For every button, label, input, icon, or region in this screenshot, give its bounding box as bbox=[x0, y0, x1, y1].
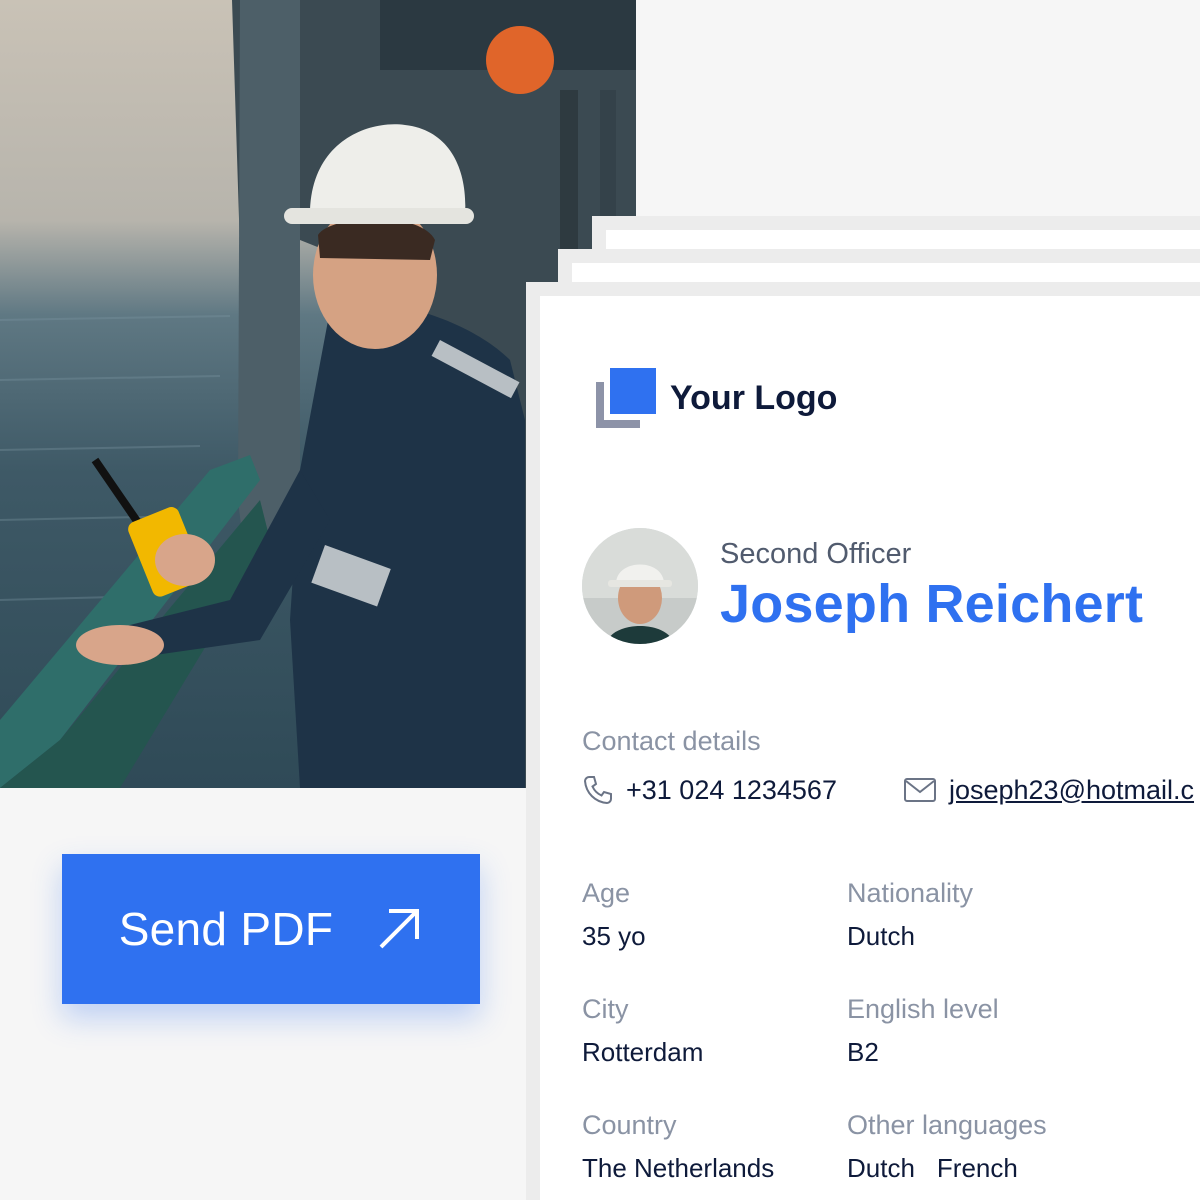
logo-text: Your Logo bbox=[670, 378, 838, 417]
field-label: Country bbox=[582, 1110, 677, 1140]
profile-document-sheet: Your Logo Second Officer Joseph Reichert… bbox=[540, 296, 1200, 1200]
field-label: City bbox=[582, 994, 629, 1024]
arrow-up-right-icon bbox=[379, 909, 420, 949]
logo-mark-icon bbox=[596, 368, 656, 428]
send-pdf-label: Send PDF bbox=[118, 903, 334, 955]
field-age: Age 35 yo bbox=[582, 878, 646, 952]
field-other-languages: Other languages Dutch French bbox=[847, 1110, 1047, 1184]
avatar bbox=[582, 528, 698, 644]
company-logo: Your Logo bbox=[596, 368, 837, 428]
field-nationality: Nationality Dutch bbox=[847, 878, 973, 952]
profile-titles: Second Officer Joseph Reichert bbox=[720, 538, 1143, 635]
field-value: B2 bbox=[847, 1037, 879, 1067]
language-list: Dutch French bbox=[847, 1153, 1047, 1184]
email-link[interactable]: joseph23@hotmail.c bbox=[949, 775, 1194, 806]
send-pdf-button[interactable]: Send PDF bbox=[62, 854, 480, 1004]
field-english-level: English level B2 bbox=[847, 994, 999, 1068]
field-value: 35 yo bbox=[582, 921, 646, 951]
field-label: Other languages bbox=[847, 1110, 1047, 1140]
profile-header: Second Officer Joseph Reichert bbox=[582, 528, 1143, 644]
avatar-portrait bbox=[582, 528, 698, 644]
field-value: Dutch bbox=[847, 921, 915, 951]
field-label: Age bbox=[582, 878, 631, 908]
mail-icon bbox=[903, 778, 936, 802]
field-label: Nationality bbox=[847, 878, 974, 908]
person-name: Joseph Reichert bbox=[720, 573, 1144, 634]
phone-contact[interactable]: +31 024 1234567 bbox=[582, 774, 837, 806]
field-country: Country The Netherlands bbox=[582, 1110, 774, 1184]
contact-details-heading: Contact details bbox=[582, 726, 761, 756]
field-label: English level bbox=[847, 994, 999, 1024]
profile-document: Your Logo Second Officer Joseph Reichert… bbox=[526, 282, 1200, 1200]
field-value: The Netherlands bbox=[582, 1153, 775, 1183]
field-value: Rotterdam bbox=[582, 1037, 704, 1067]
field-city: City Rotterdam bbox=[582, 994, 703, 1068]
contact-row: +31 024 1234567 joseph23@hotmail.c bbox=[582, 774, 1194, 806]
job-title: Second Officer bbox=[720, 537, 912, 570]
phone-number: +31 024 1234567 bbox=[626, 774, 837, 805]
email-contact[interactable]: joseph23@hotmail.c bbox=[903, 775, 1194, 806]
language-item: Dutch bbox=[847, 1153, 915, 1183]
language-item: French bbox=[936, 1153, 1018, 1183]
phone-icon bbox=[583, 776, 612, 805]
